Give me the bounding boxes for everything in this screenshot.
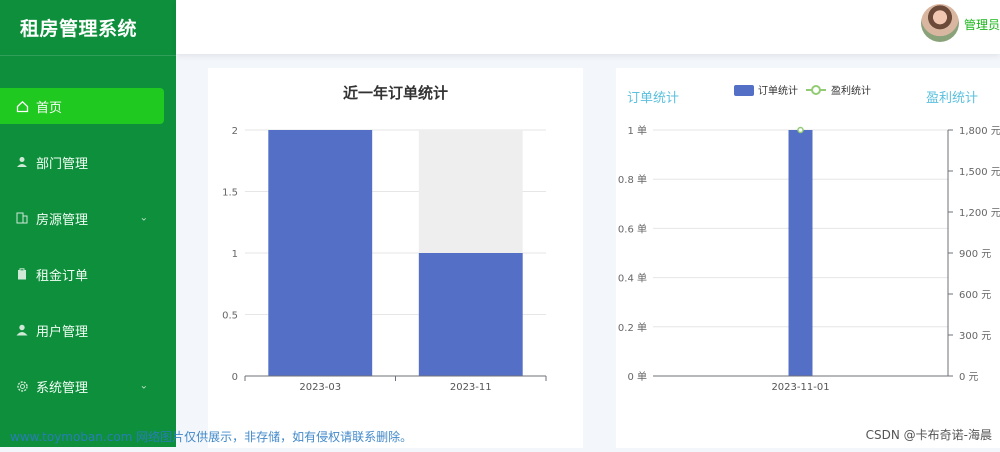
sidebar: 租房管理系统 首页 部门管理 房源管理 ⌄ 租金订单 (0, 0, 176, 447)
chevron-down-icon: ⌄ (140, 381, 148, 392)
clipboard-icon (15, 267, 29, 281)
y-left-tick-label: 0.8 单 (618, 174, 647, 186)
chart-title: 近一年订单统计 (208, 82, 583, 103)
y-right-tick-label: 0 元 (959, 372, 979, 383)
sidebar-item-housing[interactable]: 房源管理 ⌄ (0, 190, 176, 246)
y-right-tick-label: 600 元 (959, 290, 991, 301)
right-axis-title: 盈利统计 (926, 91, 978, 106)
order-profit-chart: 订单统计盈利统计订单统计盈利统计0 单0.2 单0.4 单0.6 单0.8 单1… (616, 68, 1000, 448)
avatar[interactable] (921, 4, 959, 42)
legend-label: 订单统计 (758, 84, 798, 97)
sidebar-item-users[interactable]: 用户管理 (0, 302, 176, 358)
y-left-tick-label: 0.4 单 (618, 273, 647, 285)
y-tick-label: 0 (232, 372, 238, 383)
y-tick-label: 0.5 (222, 311, 238, 322)
sidebar-item-label: 首页 (36, 97, 62, 116)
sidebar-menu: 首页 部门管理 房源管理 ⌄ 租金订单 用户管理 (0, 88, 176, 414)
credit-text: CSDN @卡布奇诺-海晨 (866, 426, 992, 443)
person-icon (15, 323, 29, 337)
chevron-down-icon: ⌄ (140, 213, 148, 224)
y-left-tick-label: 0.6 单 (618, 223, 647, 235)
order-bar-chart: 0 0.5 1 1.5 2 2023-03 2023-11 (208, 68, 583, 448)
watermark: www.toymoban.com 网络图片仅供展示，非存储，如有侵权请联系删除。 (10, 428, 412, 445)
sidebar-item-label: 用户管理 (36, 321, 88, 340)
left-axis-title: 订单统计 (627, 91, 679, 106)
x-tick-label: 2023-11-01 (771, 382, 829, 393)
home-icon (15, 99, 29, 113)
gear-icon (15, 379, 29, 393)
user-icon (15, 155, 29, 169)
y-left-tick-label: 1 单 (627, 125, 647, 137)
line-point (798, 128, 803, 133)
sidebar-item-home[interactable]: 首页 (0, 88, 164, 124)
sidebar-item-system[interactable]: 系统管理 ⌄ (0, 358, 176, 414)
y-right-tick-label: 300 元 (959, 331, 991, 342)
y-right-tick-label: 1,500 元 (959, 167, 1000, 178)
bar (419, 253, 523, 376)
sidebar-item-department[interactable]: 部门管理 (0, 134, 176, 190)
legend-bar-swatch (734, 85, 754, 96)
legend-line-marker (812, 86, 820, 94)
profit-chart-card: 订单统计盈利统计订单统计盈利统计0 单0.2 单0.4 单0.6 单0.8 单1… (616, 68, 1000, 448)
y-right-tick-label: 900 元 (959, 249, 991, 260)
app-title: 租房管理系统 (0, 0, 176, 56)
y-tick-label: 2 (232, 126, 238, 137)
y-right-tick-label: 1,800 元 (959, 126, 1000, 137)
bar (789, 130, 813, 376)
x-tick-label: 2023-11 (450, 382, 492, 393)
y-right-tick-label: 1,200 元 (959, 208, 1000, 219)
sidebar-item-label: 租金订单 (36, 265, 88, 284)
bar (268, 130, 372, 376)
x-tick-label: 2023-03 (299, 382, 341, 393)
legend-label: 盈利统计 (831, 84, 871, 97)
y-left-tick-label: 0.2 单 (618, 322, 647, 334)
sidebar-item-label: 部门管理 (36, 153, 88, 172)
sidebar-item-label: 系统管理 (36, 377, 88, 396)
building-icon (15, 211, 29, 225)
order-chart-card: 近一年订单统计 0 0.5 1 1.5 2 2023-03 2023-11 (208, 68, 583, 448)
sidebar-item-label: 房源管理 (36, 209, 88, 228)
y-tick-label: 1.5 (222, 188, 238, 199)
username[interactable]: 管理员 (964, 16, 1000, 33)
y-tick-label: 1 (232, 249, 238, 260)
top-header: 管理员 (176, 0, 1000, 54)
sidebar-item-rent-orders[interactable]: 租金订单 (0, 246, 176, 302)
y-left-tick-label: 0 单 (627, 371, 647, 383)
